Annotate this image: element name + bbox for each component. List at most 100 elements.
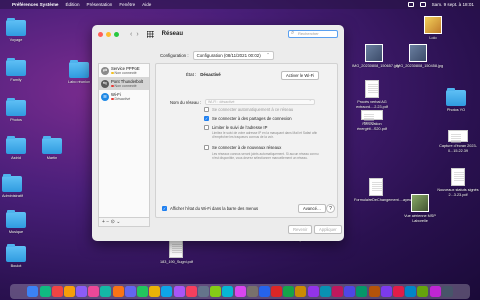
- control-center-icon[interactable]: [419, 2, 426, 7]
- desktop-folder[interactable]: Martin: [42, 136, 62, 161]
- desktop-file[interactable]: IMG_20230808_150458.jpg: [396, 44, 443, 69]
- apply-button[interactable]: Appliquer: [314, 225, 342, 234]
- dock-app-icon[interactable]: [271, 286, 283, 297]
- ask-new-networks-checkbox[interactable]: [204, 145, 209, 151]
- dock-app-icon[interactable]: [380, 286, 392, 297]
- pdf-icon: [169, 240, 184, 258]
- service-item-pppoe[interactable]: ⇄ Service PPPoE Non connecté: [99, 64, 149, 77]
- desktop-file[interactable]: Lolo: [424, 16, 442, 41]
- dock-app-icon[interactable]: [283, 286, 295, 297]
- config-popup[interactable]: Configuration (08/11/2021 00:02): [192, 51, 274, 60]
- desktop-file[interactable]: IMG_20230808_150657.jpg: [352, 44, 399, 69]
- dock-app-icon[interactable]: [429, 286, 441, 297]
- desktop-folder[interactable]: Musique: [6, 210, 26, 235]
- dock-app-icon[interactable]: [88, 286, 100, 297]
- folder-icon: [6, 244, 26, 262]
- auto-join-option: Se connecter automatiquement à ce réseau: [204, 107, 293, 113]
- dock-app-icon[interactable]: [405, 286, 417, 297]
- advanced-button[interactable]: Avancé…: [298, 204, 327, 213]
- menu-app-name[interactable]: Préférences Système: [12, 2, 58, 7]
- checkmark-icon[interactable]: ✓: [162, 206, 167, 212]
- wifi-icon: ≋: [101, 92, 109, 101]
- menu-edition[interactable]: Édition: [65, 2, 79, 7]
- dock-app-icon[interactable]: [173, 286, 185, 297]
- desktop-folder[interactable]: Family: [6, 58, 26, 83]
- dock-app-icon[interactable]: [63, 286, 75, 297]
- desktop-folder[interactable]: Labo réunion: [68, 60, 90, 85]
- dock-app-icon[interactable]: [161, 286, 173, 297]
- folder-icon: [6, 98, 26, 116]
- show-wifi-status-option[interactable]: ✓ Afficher l’état du Wi-Fi dans la barre…: [162, 206, 258, 212]
- dock-app-icon[interactable]: [246, 286, 258, 297]
- help-button[interactable]: ?: [326, 204, 335, 213]
- dock-app-icon[interactable]: [185, 286, 197, 297]
- desktop-folder[interactable]: Administratif: [2, 174, 23, 199]
- dock-app-icon[interactable]: [258, 286, 270, 297]
- image-thumbnail-icon: [424, 16, 442, 34]
- dock-app-icon[interactable]: [100, 286, 112, 297]
- service-list: ⇄ Service PPPoE Non connecté ⇋ Pont Thun…: [98, 63, 150, 218]
- search-input[interactable]: Rechercher: [288, 30, 338, 38]
- desktop-file[interactable]: Rénovation énergéti...S20.pdf: [350, 110, 394, 131]
- checkmark-icon[interactable]: ✓: [204, 116, 209, 122]
- dock-app-icon[interactable]: [368, 286, 380, 297]
- ask-new-networks-option[interactable]: Se connecter à de nouveaux réseaux: [204, 145, 281, 151]
- dock-app-icon[interactable]: [27, 286, 39, 297]
- dock-app-icon[interactable]: [417, 286, 429, 297]
- menu-aide[interactable]: Aide: [142, 2, 151, 7]
- window-title: Réseau: [161, 31, 184, 37]
- desktop-file[interactable]: Capture d’écran 2023-0...15.22.39: [436, 130, 480, 153]
- personal-hotspot-option[interactable]: ✓ Se connecter à des partages de connexi…: [204, 116, 292, 122]
- menu-presentation[interactable]: Présentation: [87, 2, 113, 7]
- dock-app-icon[interactable]: [51, 286, 63, 297]
- back-forward-icon[interactable]: ‹›: [130, 31, 143, 38]
- window-titlebar: ‹› Réseau Rechercher: [92, 25, 344, 43]
- desktop-file[interactable]: FormulaireDeChangement....ayeur.pdf: [354, 178, 419, 203]
- turn-on-wifi-button[interactable]: Activer le Wi-Fi: [281, 71, 320, 80]
- dock-app-icon[interactable]: [149, 286, 161, 297]
- service-item-wifi[interactable]: ≋ Wi-Fi Désactivé: [99, 90, 149, 103]
- clock[interactable]: Sam. 9 sept. à 18:01: [432, 2, 474, 7]
- network-name-popup[interactable]: Wi-Fi : désactivé: [204, 99, 315, 105]
- dock-app-icon[interactable]: [356, 286, 368, 297]
- dock-app-icon[interactable]: [295, 286, 307, 297]
- desktop-file[interactable]: Vue aérienne MSP Laborelle: [398, 194, 442, 223]
- minimize-button[interactable]: [106, 31, 111, 37]
- desktop-file[interactable]: Procès verbal AG extraord....2.23.pdf: [350, 80, 394, 109]
- dock-app-icon[interactable]: [441, 286, 453, 297]
- dock-app-icon[interactable]: [307, 286, 319, 297]
- dock-app-icon[interactable]: [210, 286, 222, 297]
- zoom-button[interactable]: [114, 31, 119, 37]
- desktop-file[interactable]: Nouveaux statuts signés 2...3.23.pdf: [436, 168, 480, 197]
- battery-icon[interactable]: [407, 2, 414, 7]
- menu-fenetre[interactable]: Fenêtre: [119, 2, 135, 7]
- limit-ip-option[interactable]: Limiter le suivi de l’adresse IP: [204, 125, 267, 131]
- desktop-folder[interactable]: Boulot: [6, 244, 26, 269]
- desktop-folder[interactable]: Astrid: [6, 136, 26, 161]
- menu-bar-status: Sam. 9 sept. à 18:01: [407, 2, 474, 7]
- close-button[interactable]: [98, 31, 103, 37]
- service-list-controls[interactable]: + − ⊙ ⌄: [98, 218, 150, 227]
- dock-app-icon[interactable]: [319, 286, 331, 297]
- revert-button[interactable]: Revenir: [288, 225, 313, 234]
- dock-app-icon[interactable]: [197, 286, 209, 297]
- dock-app-icon[interactable]: [392, 286, 404, 297]
- limit-ip-checkbox[interactable]: [204, 125, 209, 131]
- folder-icon: [6, 58, 26, 76]
- dock-app-icon[interactable]: [332, 286, 343, 297]
- dock-app-icon[interactable]: [234, 286, 246, 297]
- desktop-file[interactable]: 183_190_Sugni.pdf: [160, 240, 193, 265]
- folder-icon: [2, 174, 23, 192]
- desktop-folder[interactable]: Photos YO: [446, 88, 466, 113]
- desktop-folder[interactable]: Photos: [6, 98, 26, 123]
- dock-app-icon[interactable]: [39, 286, 51, 297]
- show-all-grid-icon[interactable]: [146, 30, 154, 38]
- dock-app-icon[interactable]: [112, 286, 124, 297]
- desktop-folder[interactable]: Voyage: [6, 18, 26, 43]
- dock-app-icon[interactable]: [137, 286, 148, 297]
- dock-app-icon[interactable]: [124, 286, 136, 297]
- dock-app-icon[interactable]: [222, 286, 234, 297]
- dock-app-icon[interactable]: [76, 286, 88, 297]
- service-item-thunderbolt[interactable]: ⇋ Pont Thunderbolt Non connecté: [99, 77, 149, 90]
- dock-app-icon[interactable]: [344, 286, 356, 297]
